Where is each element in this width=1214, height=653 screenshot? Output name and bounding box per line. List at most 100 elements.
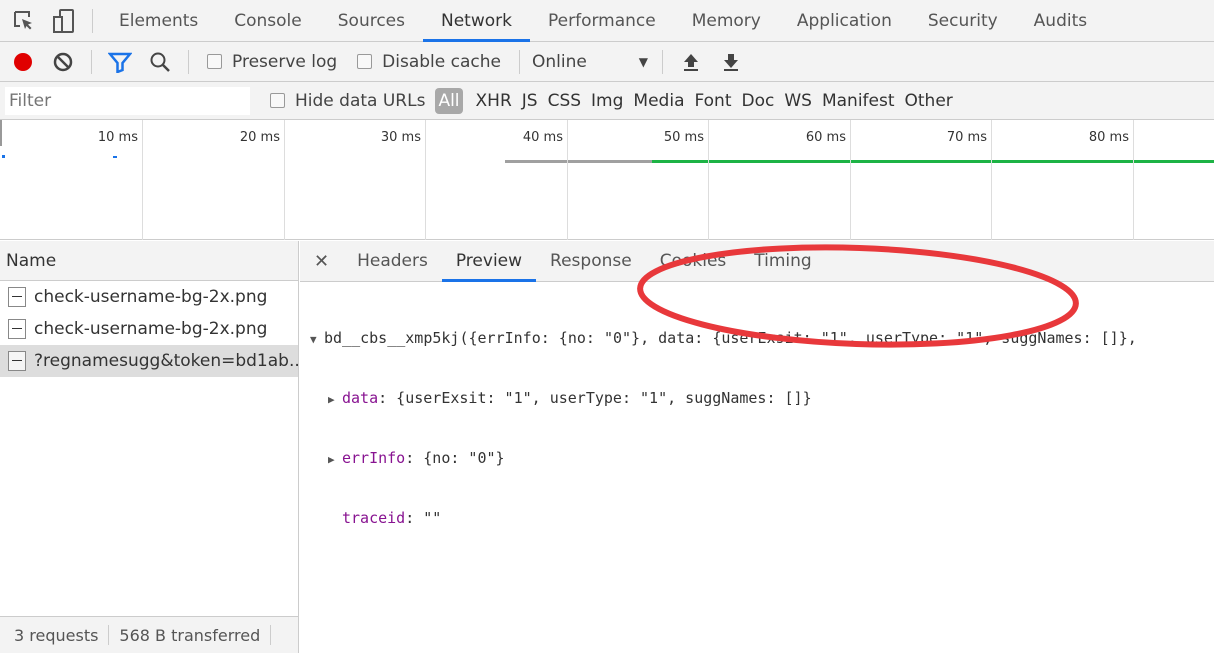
json-node-errinfo[interactable]: ▶ errInfo: {no: "0"} bbox=[300, 446, 1214, 470]
json-node-data[interactable]: ▶ data: {userExsit: "1", userType: "1", s… bbox=[300, 386, 1214, 410]
devtools-tab-bar: Elements Console Sources Network Perform… bbox=[0, 0, 1214, 42]
timeline-gridline bbox=[850, 120, 851, 240]
timeline-receiving-bar bbox=[652, 160, 1214, 163]
dropdown-arrow-icon: ▼ bbox=[638, 54, 648, 69]
hide-data-urls-label: Hide data URLs bbox=[295, 90, 426, 111]
image-file-icon bbox=[8, 319, 26, 339]
filter-type-css[interactable]: CSS bbox=[543, 91, 586, 111]
tab-memory[interactable]: Memory bbox=[674, 0, 779, 42]
request-row-selected[interactable]: ?regnamesugg&token=bd1ab... bbox=[0, 345, 298, 377]
collapsed-triangle-icon[interactable]: ▶ bbox=[328, 388, 342, 412]
tab-application[interactable]: Application bbox=[779, 0, 910, 42]
request-list-pane: Name check-username-bg-2x.png check-user… bbox=[0, 241, 299, 653]
image-file-icon bbox=[8, 287, 26, 307]
filter-type-manifest[interactable]: Manifest bbox=[817, 91, 900, 111]
timeline-gridline bbox=[425, 120, 426, 240]
timeline-gridline bbox=[991, 120, 992, 240]
tab-sources[interactable]: Sources bbox=[320, 0, 423, 42]
timeline-request-mark bbox=[2, 155, 5, 158]
json-value: : {no: "0"} bbox=[405, 449, 505, 467]
json-preview: ▼ bd__cbs__xmp5kj({errInfo: {no: "0"}, da… bbox=[300, 282, 1214, 566]
tab-preview[interactable]: Preview bbox=[441, 241, 537, 282]
disable-cache-checkbox[interactable]: Disable cache bbox=[357, 52, 501, 72]
inspect-element-icon[interactable] bbox=[10, 7, 38, 35]
timeline-tick-label: 50 ms bbox=[663, 130, 704, 145]
export-har-icon[interactable] bbox=[717, 48, 745, 76]
network-toolbar: Preserve log Disable cache Online ▼ bbox=[0, 42, 1214, 82]
request-row[interactable]: check-username-bg-2x.png bbox=[0, 281, 298, 313]
throttle-select[interactable]: Online ▼ bbox=[532, 52, 648, 72]
tab-console[interactable]: Console bbox=[216, 0, 320, 42]
json-root-node[interactable]: ▼ bd__cbs__xmp5kj({errInfo: {no: "0"}, da… bbox=[300, 326, 1214, 350]
search-icon[interactable] bbox=[146, 48, 174, 76]
filter-type-xhr[interactable]: XHR bbox=[471, 91, 517, 111]
tab-timing[interactable]: Timing bbox=[740, 241, 825, 282]
filter-type-img[interactable]: Img bbox=[586, 91, 628, 111]
timeline-gridline bbox=[284, 120, 285, 240]
tab-audits[interactable]: Audits bbox=[1016, 0, 1105, 42]
request-name: ?regnamesugg&token=bd1ab... bbox=[34, 351, 298, 371]
import-har-icon[interactable] bbox=[677, 48, 705, 76]
timeline-waiting-bar bbox=[505, 160, 652, 163]
request-name: check-username-bg-2x.png bbox=[34, 319, 268, 339]
disable-cache-label: Disable cache bbox=[382, 51, 501, 72]
timeline-tick-label: 10 ms bbox=[97, 130, 138, 145]
network-overview-timeline[interactable]: 10 ms 20 ms 30 ms 40 ms 50 ms 60 ms 70 ms 80 ms bbox=[0, 120, 1214, 240]
divider bbox=[270, 625, 272, 645]
device-toolbar-icon[interactable] bbox=[50, 7, 78, 35]
filter-type-media[interactable]: Media bbox=[628, 91, 689, 111]
filter-type-js[interactable]: JS bbox=[517, 91, 543, 111]
close-icon[interactable]: ✕ bbox=[300, 251, 343, 272]
filter-type-ws[interactable]: WS bbox=[779, 91, 817, 111]
transferred-size: 568 B transferred bbox=[119, 625, 261, 645]
filter-icon[interactable] bbox=[106, 48, 134, 76]
tab-headers[interactable]: Headers bbox=[343, 241, 442, 282]
collapsed-triangle-icon[interactable]: ▶ bbox=[328, 448, 342, 472]
json-value: : {userExsit: "1", userType: "1", suggNa… bbox=[378, 389, 812, 407]
record-button[interactable] bbox=[9, 48, 37, 76]
timeline-gridline bbox=[567, 120, 568, 240]
timeline-gridline bbox=[1133, 120, 1134, 240]
tab-elements[interactable]: Elements bbox=[101, 0, 216, 42]
timeline-request-mark bbox=[113, 156, 117, 158]
status-bar: 3 requests 568 B transferred bbox=[0, 616, 298, 653]
timeline-tick-label: 30 ms bbox=[380, 130, 421, 145]
filter-type-doc[interactable]: Doc bbox=[737, 91, 780, 111]
timeline-tick-label: 70 ms bbox=[946, 130, 987, 145]
json-key: data bbox=[342, 389, 379, 407]
preserve-log-label: Preserve log bbox=[232, 51, 338, 72]
filter-type-other[interactable]: Other bbox=[900, 91, 958, 111]
tab-network[interactable]: Network bbox=[423, 0, 530, 42]
request-name: check-username-bg-2x.png bbox=[34, 287, 268, 307]
json-value: : "" bbox=[405, 509, 442, 527]
json-node-traceid: traceid: "" bbox=[300, 506, 1214, 530]
timeline-tick-label: 20 ms bbox=[239, 130, 280, 145]
timeline-tick-label: 80 ms bbox=[1088, 130, 1129, 145]
request-row[interactable]: check-username-bg-2x.png bbox=[0, 313, 298, 345]
divider bbox=[91, 49, 92, 74]
tab-performance[interactable]: Performance bbox=[530, 0, 674, 42]
divider bbox=[108, 625, 110, 645]
filter-type-all[interactable]: All bbox=[435, 87, 463, 114]
clear-icon[interactable] bbox=[49, 48, 77, 76]
json-key: errInfo bbox=[342, 449, 406, 467]
tab-cookies[interactable]: Cookies bbox=[646, 241, 741, 282]
filter-type-font[interactable]: Font bbox=[689, 91, 736, 111]
tab-security[interactable]: Security bbox=[910, 0, 1016, 42]
request-count: 3 requests bbox=[14, 625, 99, 645]
expanded-triangle-icon[interactable]: ▼ bbox=[310, 328, 324, 352]
filter-input[interactable] bbox=[5, 86, 250, 115]
timeline-start-marker bbox=[0, 120, 2, 146]
divider bbox=[661, 49, 663, 74]
detail-tab-bar: ✕ Headers Preview Response Cookies Timin… bbox=[300, 241, 1214, 282]
preserve-log-checkbox[interactable]: Preserve log bbox=[207, 52, 337, 72]
hide-data-urls-checkbox[interactable]: Hide data URLs bbox=[270, 91, 425, 111]
filter-bar: Hide data URLs All XHR JS CSS Img Media … bbox=[0, 82, 1214, 120]
timeline-tick-label: 40 ms bbox=[522, 130, 563, 145]
document-file-icon bbox=[8, 351, 26, 371]
request-detail-pane: ✕ Headers Preview Response Cookies Timin… bbox=[300, 241, 1214, 653]
timeline-tick-label: 60 ms bbox=[805, 130, 846, 145]
json-key: traceid bbox=[342, 509, 406, 527]
name-column-header[interactable]: Name bbox=[0, 241, 298, 281]
tab-response[interactable]: Response bbox=[536, 241, 646, 282]
